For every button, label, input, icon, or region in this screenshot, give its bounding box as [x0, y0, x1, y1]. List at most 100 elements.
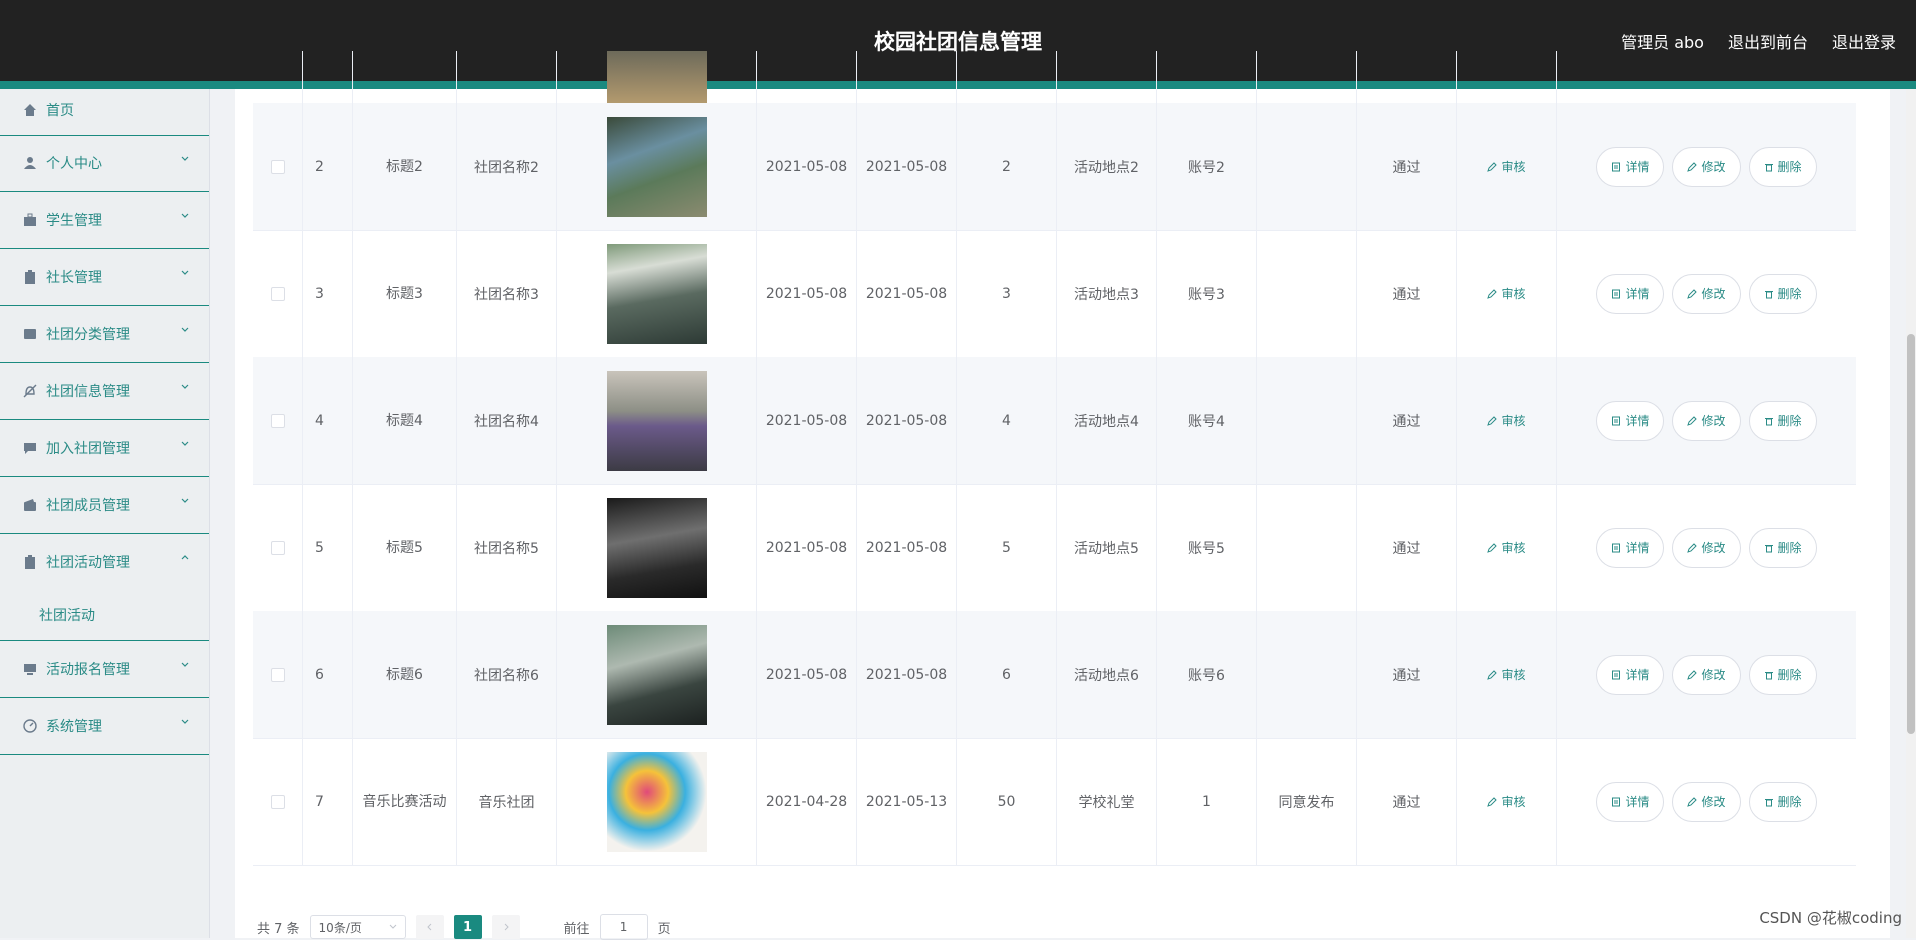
audit-status: 通过 — [1392, 413, 1421, 430]
sidebar-item-club-members[interactable]: 社团成员管理 — [0, 477, 209, 534]
activity-place: 活动地点4 — [1074, 413, 1139, 430]
activity-place: 活动地点2 — [1074, 159, 1139, 176]
admin-label[interactable]: 管理员 abo — [1621, 29, 1704, 53]
activity-title: 标题3 — [386, 285, 423, 302]
participant-count: 5 — [1002, 539, 1011, 556]
end-date: 2021-05-08 — [865, 666, 948, 683]
audit-reply: 同意发布 — [1278, 794, 1335, 811]
activity-image[interactable] — [606, 116, 707, 217]
detail-button[interactable]: 详情 — [1596, 654, 1665, 695]
detail-button[interactable]: 详情 — [1596, 273, 1665, 314]
table-row: 3 标题3 社团名称3 2021-05-08 2021-05-08 3 活动地点3 账号3 通过… — [253, 230, 1856, 358]
delete-button[interactable]: 删除 — [1748, 781, 1817, 822]
sidebar-item-students[interactable]: 学生管理 — [0, 192, 209, 249]
club-name: 社团名称6 — [474, 667, 539, 684]
edit-button[interactable]: 修改 — [1672, 400, 1741, 441]
edit-icon — [1687, 288, 1698, 299]
user-icon — [22, 155, 38, 171]
sidebar-item-presidents[interactable]: 社长管理 — [0, 249, 209, 306]
row-index: 5 — [315, 539, 324, 556]
activity-title: 标题2 — [386, 158, 423, 175]
next-page-button[interactable] — [491, 915, 520, 939]
activity-image[interactable] — [606, 751, 707, 852]
audit-button[interactable]: 审核 — [1487, 793, 1526, 810]
sidebar-item-label: 社团成员管理 — [46, 498, 130, 514]
account: 账号5 — [1188, 540, 1225, 557]
audit-button[interactable]: 审核 — [1487, 412, 1526, 429]
sidebar-item-activity-signup[interactable]: 活动报名管理 — [0, 641, 209, 698]
chevron-right-icon — [504, 923, 509, 931]
delete-button[interactable]: 删除 — [1748, 273, 1817, 314]
row-checkbox[interactable] — [270, 540, 285, 555]
row-checkbox[interactable] — [270, 794, 285, 809]
edit-button[interactable]: 修改 — [1672, 527, 1741, 568]
activity-image[interactable] — [606, 370, 707, 471]
chevron-down-icon — [181, 498, 189, 503]
sidebar-item-join-club[interactable]: 加入社团管理 — [0, 420, 209, 477]
end-date: 2021-05-08 — [865, 412, 948, 429]
home-icon — [22, 102, 38, 118]
delete-button[interactable]: 删除 — [1748, 400, 1817, 441]
detail-label: 详情 — [1625, 541, 1650, 555]
scrollbar-thumb[interactable] — [1907, 334, 1915, 734]
delete-button[interactable]: 删除 — [1748, 527, 1817, 568]
sidebar: 首页 个人中心 学生管理 社长管理 社团分类管理 社团信息管理 加入社团管理 社… — [0, 89, 210, 938]
trash-icon — [1764, 798, 1773, 806]
edit-icon — [1687, 669, 1698, 680]
row-checkbox[interactable] — [270, 286, 285, 301]
detail-button[interactable]: 详情 — [1596, 527, 1665, 568]
sidebar-item-home[interactable]: 首页 — [0, 84, 209, 136]
row-actions: 详情 修改 删除 — [1596, 527, 1817, 568]
activity-image[interactable] — [606, 624, 707, 725]
goto-suffix: 页 — [657, 921, 671, 937]
trash-icon — [1764, 417, 1773, 425]
chevron-down-icon — [181, 270, 189, 275]
edit-button[interactable]: 修改 — [1672, 273, 1741, 314]
chevron-down-icon — [181, 384, 189, 389]
chevron-down-icon — [181, 719, 189, 724]
logout-link[interactable]: 退出登录 — [1832, 29, 1896, 53]
sidebar-item-personal-center[interactable]: 个人中心 — [0, 135, 209, 192]
edit-button[interactable]: 修改 — [1672, 654, 1741, 695]
row-checkbox[interactable] — [270, 413, 285, 428]
detail-label: 详情 — [1625, 287, 1650, 301]
back-to-front-link[interactable]: 退出到前台 — [1728, 29, 1808, 53]
edit-icon — [1487, 161, 1498, 172]
activity-place: 活动地点6 — [1074, 667, 1139, 684]
audit-button[interactable]: 审核 — [1487, 539, 1526, 556]
detail-button[interactable]: 详情 — [1596, 400, 1665, 441]
delete-button[interactable]: 删除 — [1748, 654, 1817, 695]
audit-button[interactable]: 审核 — [1487, 158, 1526, 175]
audit-button[interactable]: 审核 — [1487, 666, 1526, 683]
sidebar-item-club-activities[interactable]: 社团活动管理 — [0, 534, 209, 590]
audit-button[interactable]: 审核 — [1487, 285, 1526, 302]
start-date: 2021-04-28 — [765, 793, 848, 810]
account: 账号3 — [1188, 286, 1225, 303]
delete-label: 删除 — [1777, 414, 1802, 428]
edit-button[interactable]: 修改 — [1672, 146, 1741, 187]
sidebar-item-system[interactable]: 系统管理 — [0, 698, 209, 755]
gauge-icon — [22, 718, 38, 734]
main-content: 2 标题2 社团名称2 2021-05-08 2021-05-08 2 活动地点2 账号2 通过… — [235, 51, 1890, 940]
sidebar-item-label: 系统管理 — [46, 719, 102, 735]
row-checkbox[interactable] — [270, 667, 285, 682]
sidebar-subitem-club-activity[interactable]: 社团活动 — [0, 590, 209, 641]
prev-page-button[interactable] — [415, 915, 444, 939]
activity-image[interactable] — [606, 497, 707, 598]
edit-button[interactable]: 修改 — [1672, 781, 1741, 822]
detail-button[interactable]: 详情 — [1596, 146, 1665, 187]
watermark: CSDN @花椒coding — [1759, 909, 1902, 927]
audit-label: 审核 — [1501, 668, 1526, 682]
row-checkbox[interactable] — [270, 159, 285, 174]
chevron-down-icon — [181, 213, 189, 218]
activity-image[interactable] — [606, 243, 707, 344]
sidebar-item-club-info[interactable]: 社团信息管理 — [0, 363, 209, 420]
goto-page-input[interactable]: 1 — [599, 914, 648, 940]
detail-button[interactable]: 详情 — [1596, 781, 1665, 822]
delete-button[interactable]: 删除 — [1748, 146, 1817, 187]
scrollbar[interactable] — [1906, 89, 1916, 938]
sidebar-item-club-categories[interactable]: 社团分类管理 — [0, 306, 209, 363]
page-size-select[interactable]: 10条/页 — [309, 915, 406, 939]
page-number-current[interactable]: 1 — [453, 915, 482, 939]
document-icon — [1612, 543, 1621, 552]
